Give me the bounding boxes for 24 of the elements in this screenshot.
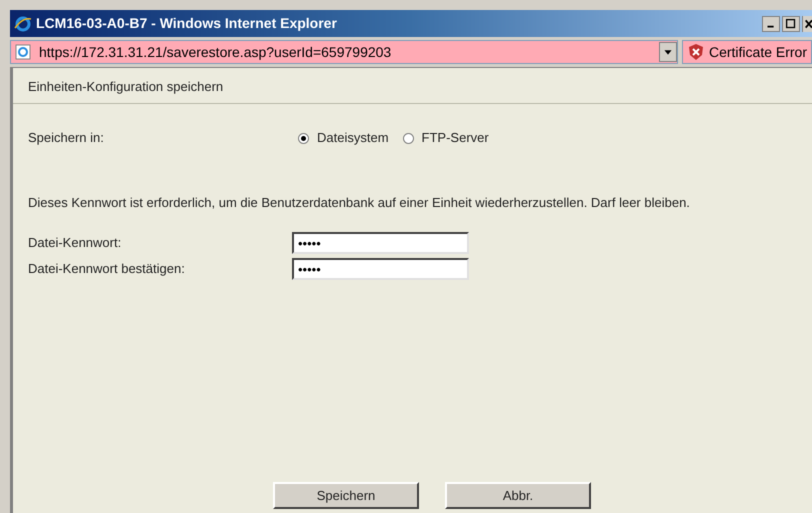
address-field[interactable]: https://172.31.31.21/saverestore.asp?userId=659799203 [10, 40, 678, 64]
window-title: LCM16-03-A0-B7 - Windows Internet Explorer [36, 14, 338, 33]
password-field[interactable]: ••••• [292, 258, 469, 280]
dropdown-icon[interactable] [658, 42, 677, 62]
page-icon [15, 44, 31, 60]
radio-label[interactable]: Dateisystem [317, 128, 389, 148]
field-label: Speichern in: [28, 129, 105, 148]
radio-button[interactable] [402, 132, 414, 144]
browser-logo-icon [14, 14, 32, 32]
maximize-icon[interactable] [782, 16, 800, 32]
certificate-error-button[interactable]: Certificate Error [682, 40, 812, 64]
shield-error-icon [686, 43, 705, 61]
minimize-icon[interactable] [762, 16, 780, 32]
description-text: Dieses Kennwort ist erforderlich, um die Benutzerdatenbank auf einer Einheit wiederherzustellen. Darf leer bleiben. [27, 194, 691, 211]
dialog-button[interactable]: Abbr. [445, 482, 591, 509]
dialog-button[interactable]: Speichern [273, 482, 419, 509]
field-label: Datei-Kennwort bestätigen: [28, 260, 186, 278]
radio-button[interactable] [298, 132, 309, 144]
page-heading: Einheiten-Konfiguration speichern [28, 78, 224, 96]
password-field[interactable]: ••••• [292, 232, 469, 254]
field-label: Datei-Kennwort: [28, 234, 122, 252]
url-text: https://172.31.31.21/saverestore.asp?userId=659799203 [39, 42, 392, 62]
radio-label[interactable]: FTP-Server [422, 128, 489, 148]
close-icon[interactable] [802, 16, 812, 32]
